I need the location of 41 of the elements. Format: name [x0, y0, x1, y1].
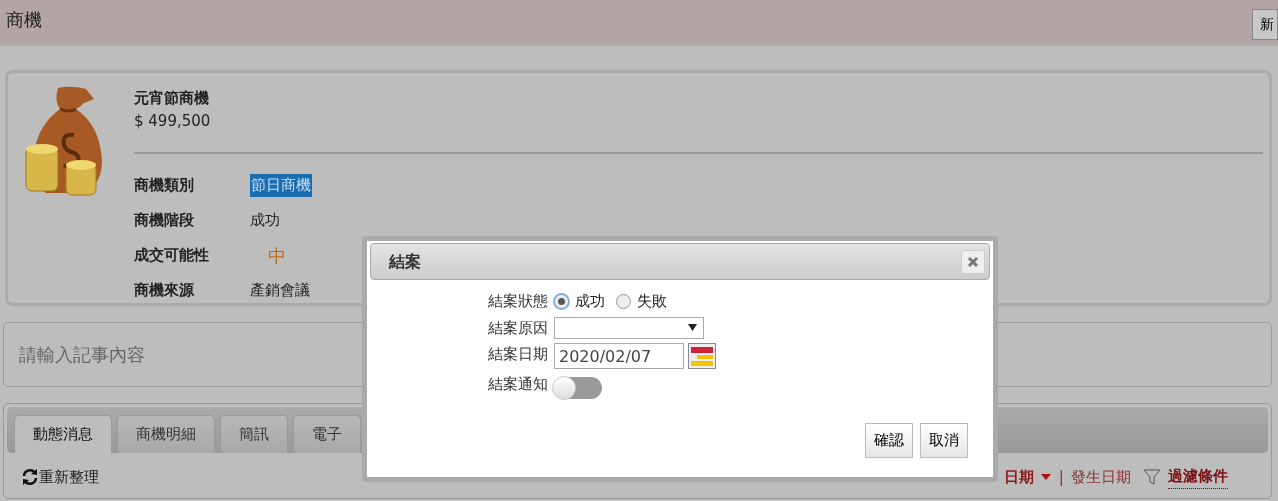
page-title: 商機 — [6, 8, 42, 32]
refresh-icon[interactable] — [21, 467, 39, 486]
tab[interactable]: 電子 — [293, 415, 361, 453]
separator: | — [1058, 466, 1064, 488]
toggle-switch[interactable] — [554, 376, 602, 399]
field-label: 結案日期 — [487, 344, 549, 365]
tab[interactable]: 商機明細 — [117, 415, 215, 453]
field-value: 成功 — [250, 210, 280, 232]
tab[interactable]: 動態消息 — [14, 415, 112, 453]
cancel-button[interactable]: 取消 — [920, 423, 968, 458]
date-field[interactable]: 2020/02/07 — [554, 343, 684, 369]
filter-link[interactable]: 過濾條件 — [1168, 465, 1228, 489]
caret-icon — [688, 324, 697, 332]
opportunity-name: 元宵節商機 — [134, 88, 210, 109]
money-bag-icon — [24, 85, 104, 197]
close-icon — [967, 255, 979, 268]
new-button[interactable]: 新 — [1252, 9, 1278, 40]
dialog-title: 結案 — [389, 250, 421, 273]
field-value: 中 — [268, 244, 286, 268]
field-value: 產銷會議 — [250, 280, 310, 302]
radio-button[interactable] — [616, 293, 632, 309]
radio-label: 失敗 — [637, 291, 668, 312]
radio-button[interactable] — [554, 293, 569, 309]
field-label: 商機類別 — [134, 175, 195, 197]
reason-dropdown[interactable] — [554, 316, 704, 339]
refresh-link[interactable]: 重新整理 — [39, 465, 99, 488]
close-button[interactable] — [961, 249, 985, 274]
field-value: 節日商機 — [250, 174, 312, 197]
field-label: 商機來源 — [134, 280, 195, 302]
caret-icon — [1041, 473, 1052, 480]
filter-icon — [1142, 467, 1161, 486]
sort-link[interactable]: 發生日期 — [1071, 465, 1132, 488]
opportunity-amount: $ 499,500 — [134, 110, 212, 132]
field-label: 結案狀態 — [487, 291, 549, 312]
calendar-icon[interactable] — [687, 343, 716, 369]
sort-link[interactable]: 日期 — [1003, 465, 1034, 488]
confirm-button[interactable]: 確認 — [864, 423, 913, 458]
radio-label: 成功 — [575, 291, 605, 312]
field-label: 商機階段 — [134, 210, 195, 232]
tab[interactable]: 簡訊 — [220, 415, 288, 453]
field-label: 成交可能性 — [134, 245, 210, 267]
